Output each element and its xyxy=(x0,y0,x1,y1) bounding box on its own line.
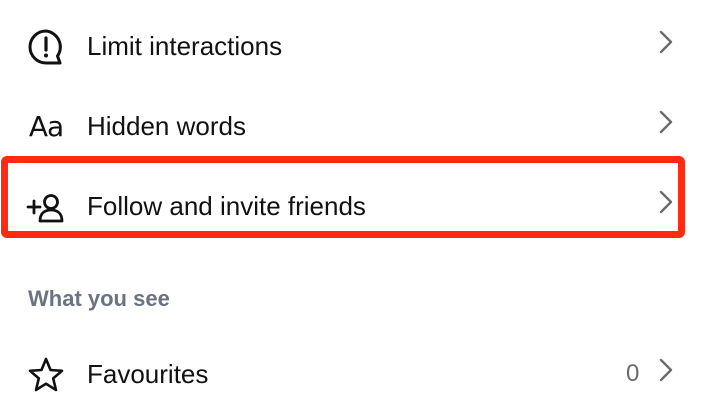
menu-item-limit-interactions[interactable]: Limit interactions xyxy=(0,12,704,82)
add-person-icon xyxy=(26,187,66,227)
chevron-right-icon xyxy=(656,27,676,57)
menu-item-label: Favourites xyxy=(87,359,209,389)
aa-text-icon: Aa xyxy=(28,110,64,143)
star-icon xyxy=(26,355,66,395)
section-header-what-you-see: What you see xyxy=(28,286,170,311)
menu-item-favourites[interactable]: Favourites 0 xyxy=(0,340,704,410)
chevron-right-icon xyxy=(656,107,676,137)
menu-item-label: Limit interactions xyxy=(87,31,283,61)
favourites-count: 0 xyxy=(626,360,640,387)
menu-item-label: Hidden words xyxy=(87,111,246,141)
chevron-right-icon xyxy=(656,187,676,217)
exclamation-bubble-icon xyxy=(26,27,66,67)
menu-item-hidden-words[interactable]: Aa Hidden words xyxy=(0,92,704,162)
menu-item-follow-invite-friends[interactable]: Follow and invite friends xyxy=(0,172,704,242)
chevron-right-icon xyxy=(656,355,676,385)
menu-item-label: Follow and invite friends xyxy=(87,191,366,221)
